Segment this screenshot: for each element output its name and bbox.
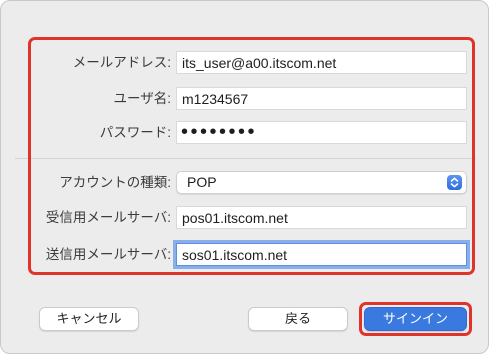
account-type-label: アカウントの種類:	[59, 175, 171, 190]
sign-in-button[interactable]: サインイン	[364, 307, 467, 331]
account-setup-dialog: メールアドレス: ユーザ名: パスワード: アカウントの種類: POP 受信用メ…	[0, 0, 489, 354]
section-divider	[15, 158, 476, 159]
password-field[interactable]	[176, 121, 467, 144]
account-type-value: POP	[187, 174, 217, 190]
username-label: ユーザ名:	[113, 91, 171, 106]
incoming-server-field[interactable]	[176, 206, 467, 229]
back-button[interactable]: 戻る	[248, 307, 348, 331]
password-label: パスワード:	[99, 125, 171, 140]
email-field[interactable]	[176, 51, 467, 74]
cancel-button[interactable]: キャンセル	[39, 307, 139, 331]
outgoing-server-label: 送信用メールサーバ:	[45, 247, 171, 262]
email-label: メールアドレス:	[72, 55, 171, 70]
username-field[interactable]	[176, 87, 467, 110]
outgoing-server-field[interactable]	[176, 243, 467, 266]
chevron-up-down-icon	[447, 175, 462, 190]
incoming-server-label: 受信用メールサーバ:	[45, 210, 171, 225]
account-type-popup[interactable]: POP	[176, 171, 467, 194]
